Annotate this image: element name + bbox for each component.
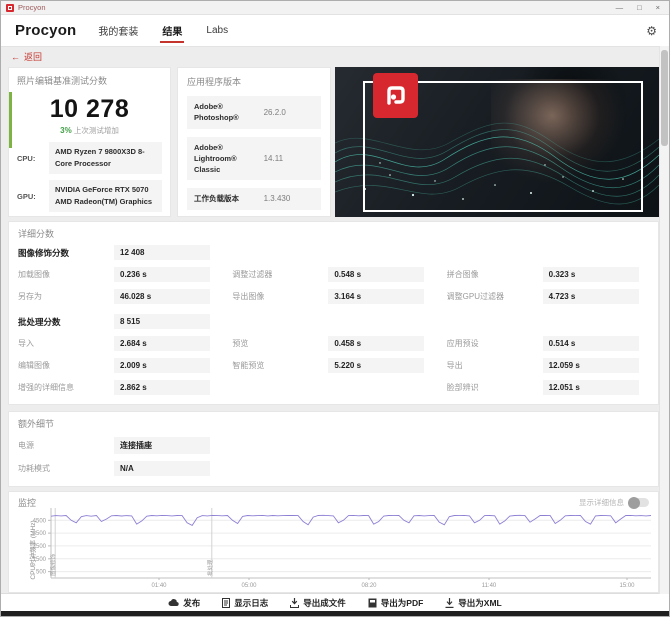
extra-details-panel: 额外细节 电源 连接插座 功耗模式 N/A (8, 411, 659, 487)
power-mode-row: 功耗模式 N/A (18, 461, 649, 476)
versions-title: 应用程序版本 (187, 77, 242, 87)
version-row-photoshop: Adobe® Photoshop® 26.2.0 (187, 96, 321, 129)
svg-text:1500: 1500 (33, 557, 47, 563)
procyon-window: Procyon — □ × Procyon 我的套装 结果 Labs ⚙ ← 返… (0, 0, 670, 617)
metric-cell: 加载图像 0.236 s (18, 267, 220, 282)
cpu-frequency-chart: CPU时钟频率 (MHz) 500 1500 2500 3500 4500 图像修饰 批处理… (17, 508, 652, 592)
version-row-workload: 工作负载版本 1.3.430 (187, 188, 321, 210)
metric-cell: 编辑图像 2.009 s (18, 358, 220, 373)
batch-score-value: 8 515 (114, 314, 210, 329)
back-arrow-icon: ← (11, 51, 20, 62)
metric-cell: 调整过滤器 0.548 s (232, 267, 434, 282)
metric-cell: 脸部辨识 12.051 s (447, 380, 649, 395)
tab-results[interactable]: 结果 (160, 15, 185, 46)
cloud-upload-icon (168, 599, 179, 607)
svg-text:08:20: 08:20 (361, 583, 377, 589)
download-file-icon (290, 597, 300, 608)
maximize-button[interactable]: □ (637, 3, 642, 12)
batch-score-row: 批处理分数 8 515 (18, 314, 220, 329)
benchmark-hero-image (335, 67, 659, 217)
procyon-app-icon (6, 3, 14, 12)
show-details-toggle[interactable] (628, 496, 649, 509)
cpu-value: AMD Ryzen 7 9800X3D 8-Core Processor (49, 142, 162, 174)
publish-button[interactable]: 发布 (168, 597, 200, 609)
minimize-button[interactable]: — (616, 3, 624, 12)
metric-cell: 导出图像 3.164 s (232, 289, 434, 304)
procyon-logo (373, 73, 418, 118)
title-bar: Procyon — □ × (1, 1, 669, 15)
metric-cell: 智能预览 5.220 s (232, 358, 434, 373)
score-delta: 3% 上次测试增加 (60, 126, 119, 135)
metric-cell-empty (232, 380, 434, 395)
metric-cell: 导入 2.684 s (18, 336, 220, 351)
close-button[interactable]: × (656, 3, 660, 12)
cpu-label: CPU: (17, 153, 36, 163)
svg-text:图像修饰: 图像修饰 (49, 553, 57, 576)
main-nav: Procyon 我的套装 结果 Labs ⚙ (1, 15, 669, 47)
svg-text:05:00: 05:00 (241, 583, 257, 589)
metric-cell: 调整GPU过滤器 4.723 s (447, 289, 649, 304)
gear-icon[interactable]: ⚙ (646, 24, 657, 38)
retouch-score-row: 图像修饰分数 12 408 (18, 245, 220, 260)
window-title: Procyon (18, 3, 46, 12)
chart-y-axis-label: CPU时钟频率 (MHz) (30, 520, 37, 580)
svg-text:500: 500 (36, 570, 47, 576)
svg-text:4500: 4500 (33, 518, 47, 524)
log-document-icon (222, 597, 231, 608)
metric-cell: 拼合图像 0.323 s (447, 267, 649, 282)
score-card-title: 照片编辑基准测试分数 (17, 76, 108, 86)
show-log-button[interactable]: 显示日志 (222, 597, 268, 609)
gpu-label: GPU: (17, 191, 36, 201)
chart-plot-area: 500 1500 2500 3500 4500 图像修饰 批处理 01:40 05:00 08:2… (33, 508, 652, 589)
score-summary-card: 照片编辑基准测试分数 10 278 3% 上次测试增加 CPU: AMD Ryz… (8, 67, 171, 217)
monitoring-panel: 监控 显示详细信息 CPU时钟频率 (MHz) 500 1500 2500 3500 4… (8, 491, 659, 593)
svg-text:批处理: 批处理 (206, 559, 214, 576)
svg-text:01:40: 01:40 (151, 583, 167, 589)
toggle-knob (628, 496, 640, 509)
export-pdf-button[interactable]: 导出为PDF (368, 597, 423, 609)
brand-logo-text: Procyon (15, 22, 77, 39)
score-accent-bar (9, 92, 12, 148)
metric-cell: 导出 12.059 s (447, 358, 649, 373)
app-versions-card: 应用程序版本 Adobe® Photoshop® 26.2.0 Adobe® L… (177, 67, 331, 217)
benchmark-score: 10 278 (49, 95, 130, 123)
show-details-label: 显示详细信息 (579, 498, 624, 507)
metric-cell: 应用预设 0.514 s (447, 336, 649, 351)
retouch-score-value: 12 408 (114, 245, 210, 260)
vertical-scrollbar-thumb[interactable] (661, 50, 668, 146)
detailed-scores-panel: 详细分数 图像修饰分数 12 408 加载图像 0.236 s 调整过滤器 0.54… (8, 221, 659, 405)
bottom-dark-strip (1, 611, 669, 616)
metric-cell: 增强的详细信息 2.862 s (18, 380, 220, 395)
metric-cell: 另存为 46.028 s (18, 289, 220, 304)
pdf-export-icon (368, 598, 377, 607)
power-source-row: 电源 连接插座 (18, 437, 649, 454)
svg-text:3500: 3500 (33, 531, 47, 537)
gpu-value: NVIDIA GeForce RTX 5070 AMD Radeon(TM) G… (49, 180, 162, 212)
export-xml-button[interactable]: 导出为XML (445, 597, 502, 609)
svg-text:15:00: 15:00 (619, 583, 635, 589)
export-file-button[interactable]: 导出成文件 (290, 597, 346, 609)
extra-title: 额外细节 (18, 419, 55, 429)
version-row-lightroom: Adobe® Lightroom® Classic 14.11 (187, 136, 321, 181)
footer-action-bar: 发布 显示日志 导出成文件 导出为PDF 导出为XML (1, 593, 669, 611)
xml-export-icon (445, 597, 454, 608)
svg-text:2500: 2500 (33, 544, 47, 550)
back-link[interactable]: ← 返回 (11, 50, 42, 63)
svg-text:11:40: 11:40 (482, 583, 497, 589)
detailed-title: 详细分数 (18, 229, 55, 239)
metric-cell: 预览 0.458 s (232, 336, 434, 351)
tab-my-suites[interactable]: 我的套装 (98, 15, 138, 46)
tab-labs[interactable]: Labs (206, 15, 228, 46)
